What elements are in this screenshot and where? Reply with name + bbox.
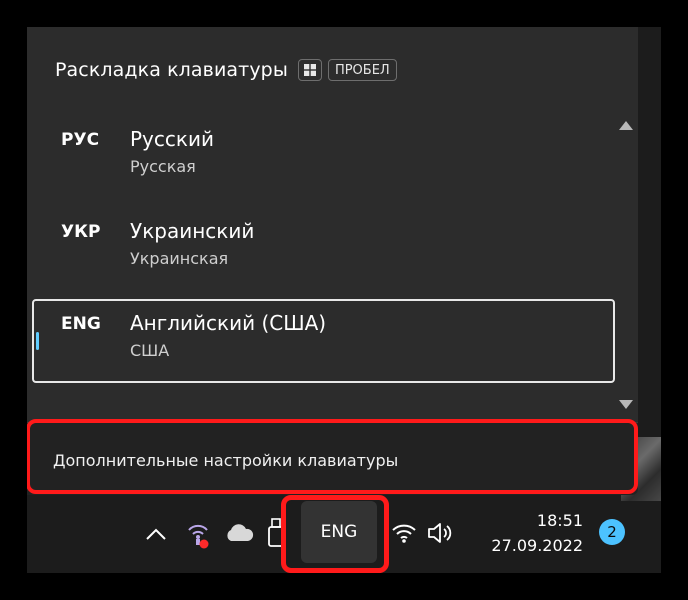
language-name: Украинский — [130, 219, 255, 243]
chevron-up-icon[interactable] — [145, 527, 167, 541]
input-indicator-label: ENG — [320, 522, 358, 542]
system-clock[interactable]: 18:51 27.09.2022 — [473, 511, 583, 558]
clock-time: 18:51 — [536, 511, 583, 530]
language-list: РУС Русский Русская УКР Украинский Украи… — [32, 115, 615, 391]
usb-drive-icon[interactable] — [268, 518, 284, 548]
language-code: РУС — [61, 130, 100, 150]
input-indicator-button[interactable]: ENG — [301, 501, 377, 563]
cloud-icon[interactable] — [224, 524, 254, 542]
language-code: ENG — [61, 314, 101, 334]
desktop-screen: Раскладка клавиатуры ПРОБЕЛ РУС Русский … — [27, 27, 661, 573]
clock-date: 27.09.2022 — [491, 536, 583, 555]
scroll-up-arrow[interactable] — [619, 121, 633, 130]
scroll-down-arrow[interactable] — [619, 400, 633, 409]
language-item-eng[interactable]: ENG Английский (США) США — [32, 299, 615, 383]
network-icon[interactable] — [185, 521, 211, 549]
more-keyboard-settings-link[interactable]: Дополнительные настройки клавиатуры — [27, 422, 638, 495]
notification-badge[interactable]: 2 — [599, 519, 625, 545]
flyout-title: Раскладка клавиатуры — [55, 59, 288, 81]
language-layout: Русская — [130, 157, 196, 176]
taskbar: ENG 18:51 27.09.2022 2 — [27, 495, 661, 573]
volume-icon[interactable] — [427, 521, 453, 545]
selection-indicator — [36, 332, 39, 350]
language-code: УКР — [61, 222, 101, 242]
flyout-header: Раскладка клавиатуры ПРОБЕЛ — [55, 57, 397, 83]
settings-link-label: Дополнительные настройки клавиатуры — [53, 451, 399, 470]
windows-key-icon — [297, 59, 322, 81]
keyboard-layout-flyout: Раскладка клавиатуры ПРОБЕЛ РУС Русский … — [27, 27, 638, 495]
language-name: Английский (США) — [130, 311, 327, 335]
language-item-ukr[interactable]: УКР Украинский Украинская — [32, 207, 615, 291]
language-layout: США — [130, 341, 170, 360]
wifi-icon[interactable] — [391, 522, 417, 544]
language-layout: Украинская — [130, 249, 229, 268]
space-key-badge: ПРОБЕЛ — [327, 59, 397, 81]
language-item-rus[interactable]: РУС Русский Русская — [32, 115, 615, 199]
language-name: Русский — [130, 127, 214, 151]
